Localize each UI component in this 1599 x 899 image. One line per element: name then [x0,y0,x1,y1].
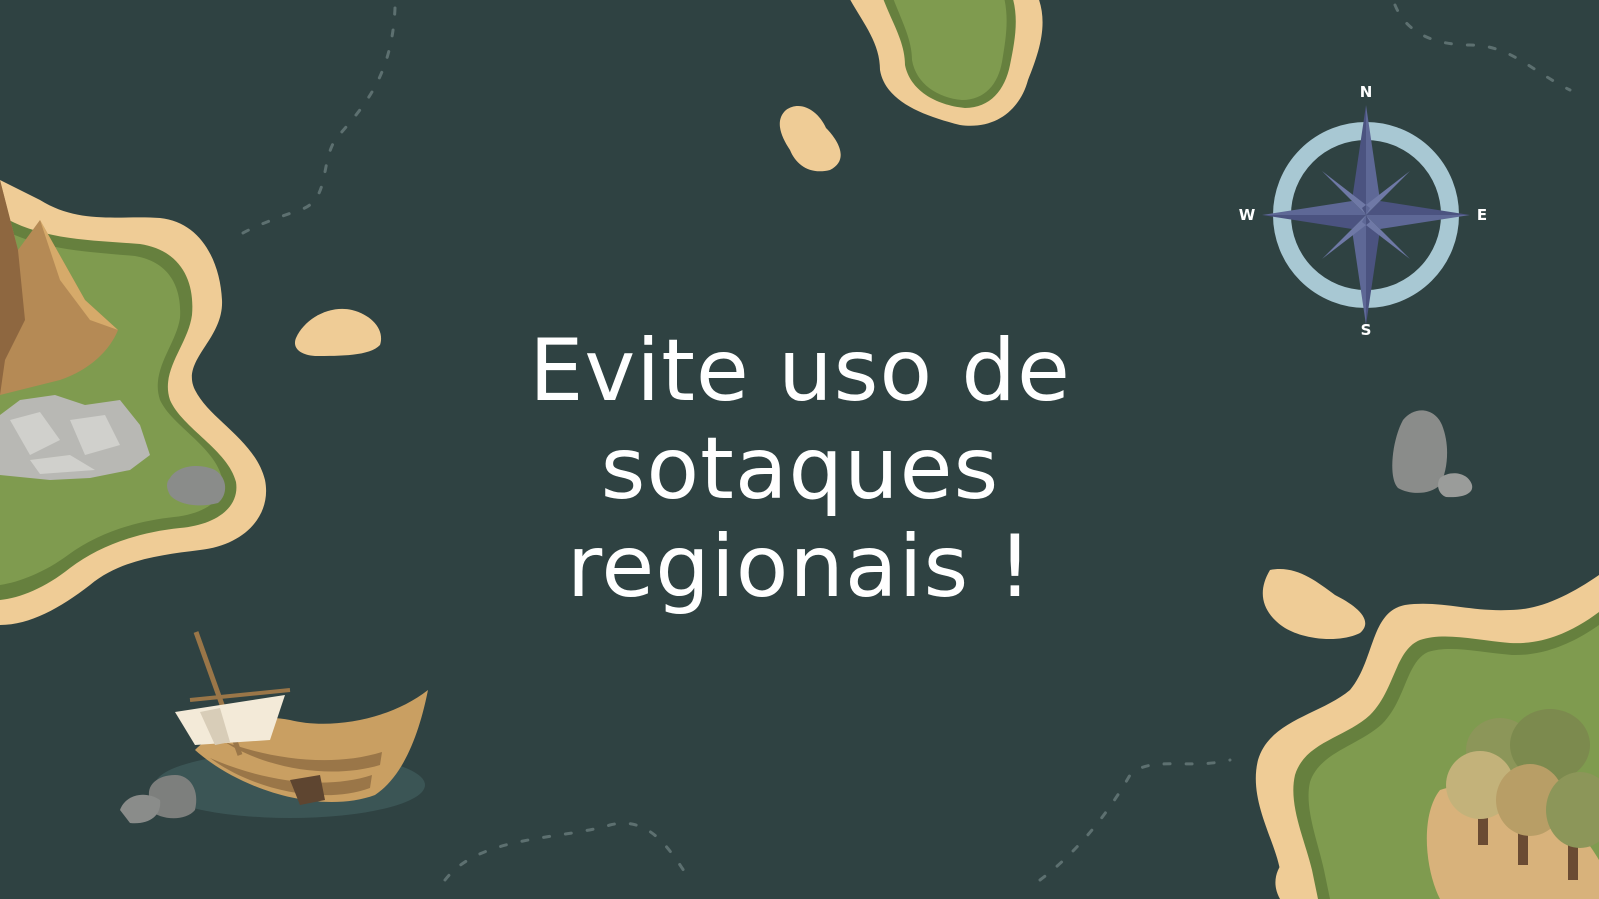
compass-rose: N S E W [1239,83,1487,339]
islet-top [779,106,841,172]
headline-line-1: Evite uso de [529,321,1071,421]
headline-line-2: sotaques [600,419,1000,519]
islet-right [1262,569,1366,640]
dotted-path-bottom [443,758,1232,882]
rock-right [1392,410,1473,498]
islet-left [294,308,382,356]
slide-headline: Evite uso de sotaques regionais ! [400,322,1200,616]
shipwreck [120,631,428,824]
compass-north-label: N [1360,83,1373,101]
dotted-path-top-left [230,6,397,242]
island-left [0,180,267,625]
dotted-path-top-right [1393,3,1572,92]
compass-east-label: E [1477,206,1487,224]
slide: N S E W Evite uso de sotaques regionais … [0,0,1599,899]
headline-line-3: regionais ! [566,517,1034,617]
compass-south-label: S [1361,321,1372,339]
island-top-center [850,0,1043,126]
compass-west-label: W [1239,206,1256,224]
